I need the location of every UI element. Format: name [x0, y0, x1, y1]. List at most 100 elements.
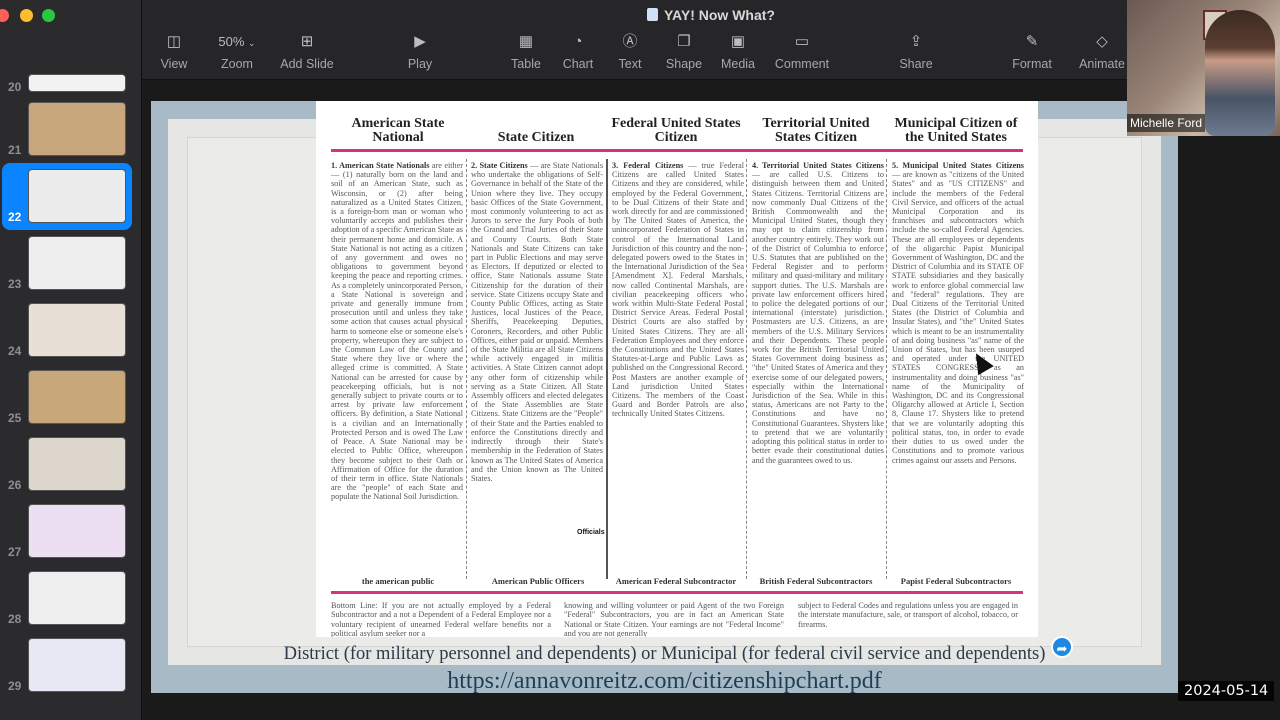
column-heading-1: American State National	[351, 116, 445, 145]
column-body-title-1: 1. American State Nationals	[331, 161, 430, 170]
current-slide[interactable]: American State National State Citizen Fe…	[151, 101, 1178, 693]
slide-thumbnail-image	[28, 571, 126, 625]
citizenship-chart-image[interactable]: American State National State Citizen Fe…	[316, 101, 1038, 637]
slide-thumbnail[interactable]: 29	[0, 632, 142, 699]
slide-number: 28	[8, 612, 22, 626]
slide-thumbnail[interactable]: 21	[0, 96, 142, 163]
play-label: Play	[407, 57, 433, 71]
view-label: View	[160, 57, 188, 71]
column-body-2: 2. State Citizens — are State Nationals …	[471, 161, 603, 573]
format-button[interactable]: ✎ Format	[997, 32, 1067, 71]
date-stamp: 2024-05-14	[1178, 681, 1275, 701]
slide-number: 25	[8, 411, 22, 425]
column-body-4: 4. Territorial United States Citizens — …	[752, 161, 884, 573]
slide-thumbnail-image	[28, 638, 126, 692]
slide-number: 29	[8, 679, 22, 693]
column-divider	[746, 159, 747, 579]
slide-thumbnail[interactable]: 24	[0, 297, 142, 364]
column-footer-4: British Federal Subcontractors	[759, 576, 873, 586]
column-divider-solid	[606, 159, 608, 579]
slide-thumbnail[interactable]: 27	[0, 498, 142, 565]
column-divider	[466, 159, 467, 579]
officials-annotation: Officials	[577, 529, 605, 536]
pink-header-rule	[331, 149, 1023, 152]
slide-thumbnail-list: 20 21 22 23 24 25 26 27 28 29	[0, 72, 142, 699]
chevron-down-icon: ⌄	[248, 38, 256, 48]
minimize-window-button[interactable]	[20, 9, 33, 22]
keynote-window: 20 21 22 23 24 25 26 27 28 29 YAY! Now What? ◫ Vie…	[0, 0, 1280, 720]
slide-number: 23	[8, 277, 22, 291]
column-footer-2: American Public Officers	[491, 576, 585, 586]
column-body-3: 3. Federal Citizens — true Federal Citiz…	[612, 161, 744, 573]
slide-navigator[interactable]: 20 21 22 23 24 25 26 27 28 29	[0, 0, 142, 720]
add-slide-icon: ⊞	[300, 33, 314, 50]
play-button[interactable]: ▶ Play	[385, 32, 455, 71]
source-url[interactable]: https://annavonreitz.com/citizenshipchar…	[151, 668, 1178, 693]
comment-button[interactable]: ▭ Comment	[767, 32, 837, 71]
slide-thumbnail[interactable]: 20	[0, 72, 142, 96]
share-arrow-icon[interactable]: ➦	[1051, 636, 1073, 658]
column-heading-2: State Citizen	[497, 130, 575, 145]
toolbar: YAY! Now What? ◫ View 50% ⌄ Zoom ⊞ Add Slid…	[142, 0, 1280, 80]
column-footer-3: American Federal Subcontractor	[615, 576, 737, 586]
pink-footer-rule	[331, 591, 1023, 594]
slide-number: 24	[8, 344, 22, 358]
document-title-text: YAY! Now What?	[664, 7, 775, 23]
comment-label: Comment	[774, 57, 830, 71]
share-label: Share	[899, 57, 933, 71]
slide-thumbnail[interactable]: 28	[0, 565, 142, 632]
add-slide-button[interactable]: ⊞ Add Slide	[272, 32, 342, 71]
column-body-text-2: — are State Nationals who undertake the …	[471, 161, 603, 483]
slide-thumbnail-image	[28, 74, 126, 92]
add-slide-label: Add Slide	[280, 57, 334, 71]
share-button[interactable]: ⇪ Share	[881, 32, 951, 71]
slide-thumbnail-image	[28, 303, 126, 357]
document-title: YAY! Now What?	[142, 7, 1280, 23]
column-body-text-3: — true Federal Citizens are called Unite…	[612, 161, 744, 419]
column-body-title-2: 2. State Citizens	[471, 161, 528, 170]
column-heading-4: Territorial United States Citizen	[762, 116, 870, 145]
slide-thumbnail[interactable]: 22	[2, 163, 132, 230]
zoom-label: Zoom	[221, 57, 253, 71]
zoom-value: 50% ⌄	[202, 32, 272, 52]
slide-number: 20	[8, 80, 22, 94]
slide-thumbnail-image	[28, 169, 126, 223]
column-body-title-3: 3. Federal Citizens	[612, 161, 684, 170]
bottom-line-text-1: Bottom Line: If you are not actually emp…	[331, 601, 551, 637]
slide-thumbnail[interactable]: 25	[0, 364, 142, 431]
bottom-line-text-3: subject to Federal Codes and regulations…	[798, 601, 1018, 629]
comment-icon: ▭	[794, 33, 810, 50]
slide-number: 22	[8, 210, 22, 224]
slide-thumbnail-image	[28, 504, 126, 558]
column-footer-5: Papist Federal Subcontractors	[900, 576, 1012, 586]
zoom-window-button[interactable]	[42, 9, 55, 22]
column-body-5: 5. Municipal United States Citizens — ar…	[892, 161, 1024, 573]
column-heading-5: Municipal Citizen of the United States	[894, 116, 1018, 145]
column-body-text-4: — are called U.S. Citizens to distinguis…	[752, 170, 884, 465]
media-button[interactable]: ▣ Media	[703, 32, 773, 71]
keynote-document-icon	[647, 8, 658, 21]
participant-figure	[1205, 10, 1275, 136]
slide-thumbnail-image	[28, 236, 126, 290]
column-heading-3: Federal United States Citizen	[611, 116, 741, 145]
format-label: Format	[1012, 57, 1052, 71]
slide-canvas[interactable]: American State National State Citizen Fe…	[142, 80, 1280, 720]
column-body-1: 1. American State Nationals are either —…	[331, 161, 463, 573]
participant-name: Michelle Ford	[1127, 114, 1206, 132]
slide-caption: District (for military personnel and dep…	[283, 644, 1046, 664]
slide-thumbnail[interactable]: 23	[0, 230, 142, 297]
slide-number: 26	[8, 478, 22, 492]
slide-thumbnail-image	[28, 102, 126, 156]
media-icon: ▣	[730, 33, 746, 50]
zoom-menu[interactable]: 50% ⌄ Zoom	[202, 32, 272, 71]
slide-number: 21	[8, 143, 22, 157]
slide-thumbnail-image	[28, 370, 126, 424]
slide-number: 27	[8, 545, 22, 559]
view-button[interactable]: ◫ View	[139, 32, 209, 71]
slide-thumbnail[interactable]: 26	[0, 431, 142, 498]
close-window-button[interactable]	[0, 9, 9, 22]
participant-video: Michelle Ford	[1127, 0, 1280, 136]
media-label: Media	[720, 57, 756, 71]
bottom-line-text-2: knowing and willing volunteer or paid Ag…	[564, 601, 784, 637]
column-body-title-5: 5. Municipal United States Citizens	[892, 161, 1024, 170]
